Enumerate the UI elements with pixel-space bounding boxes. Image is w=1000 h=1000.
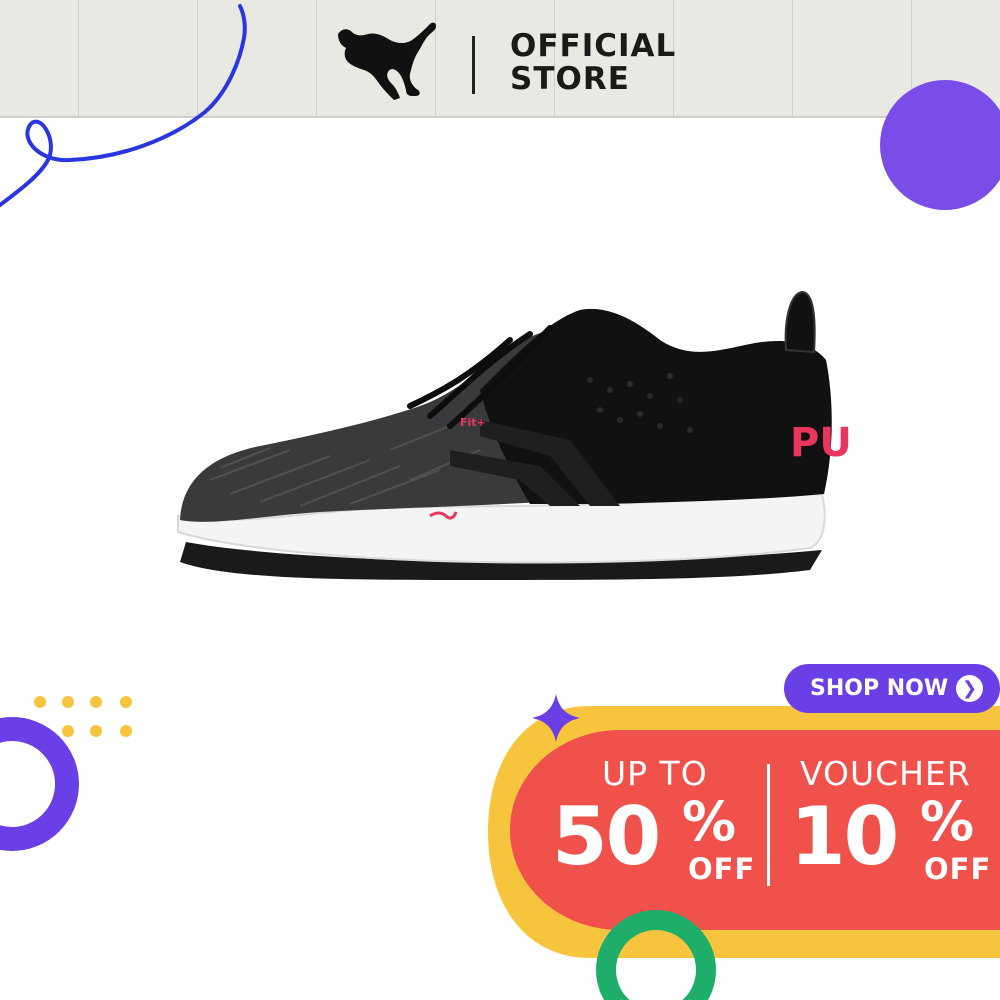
shop-now-button[interactable]: SHOP NOW ❯ — [784, 664, 1000, 713]
promo-divider — [767, 764, 770, 886]
promo-voucher-value: 10 — [790, 790, 899, 883]
promo-discount-off: OFF — [688, 852, 756, 886]
promo-voucher-off: OFF — [924, 852, 992, 886]
promo-discount-percent: % — [682, 790, 737, 853]
promo-discount-value: 50 — [552, 790, 661, 883]
chevron-right-icon: ❯ — [956, 675, 983, 702]
shop-now-label: SHOP NOW — [810, 676, 949, 701]
promo-voucher-percent: % — [920, 790, 975, 853]
promo-voucher-label: VOUCHER — [800, 754, 971, 793]
promo-up-to-label: UP TO — [602, 754, 708, 793]
